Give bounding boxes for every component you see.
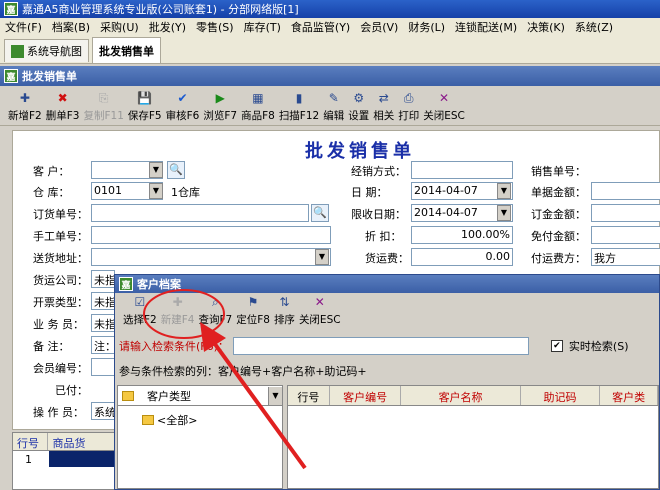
annotation-arrowhead [200, 322, 226, 352]
annotation-overlay [143, 289, 307, 470]
annotation-arrow [210, 338, 307, 470]
